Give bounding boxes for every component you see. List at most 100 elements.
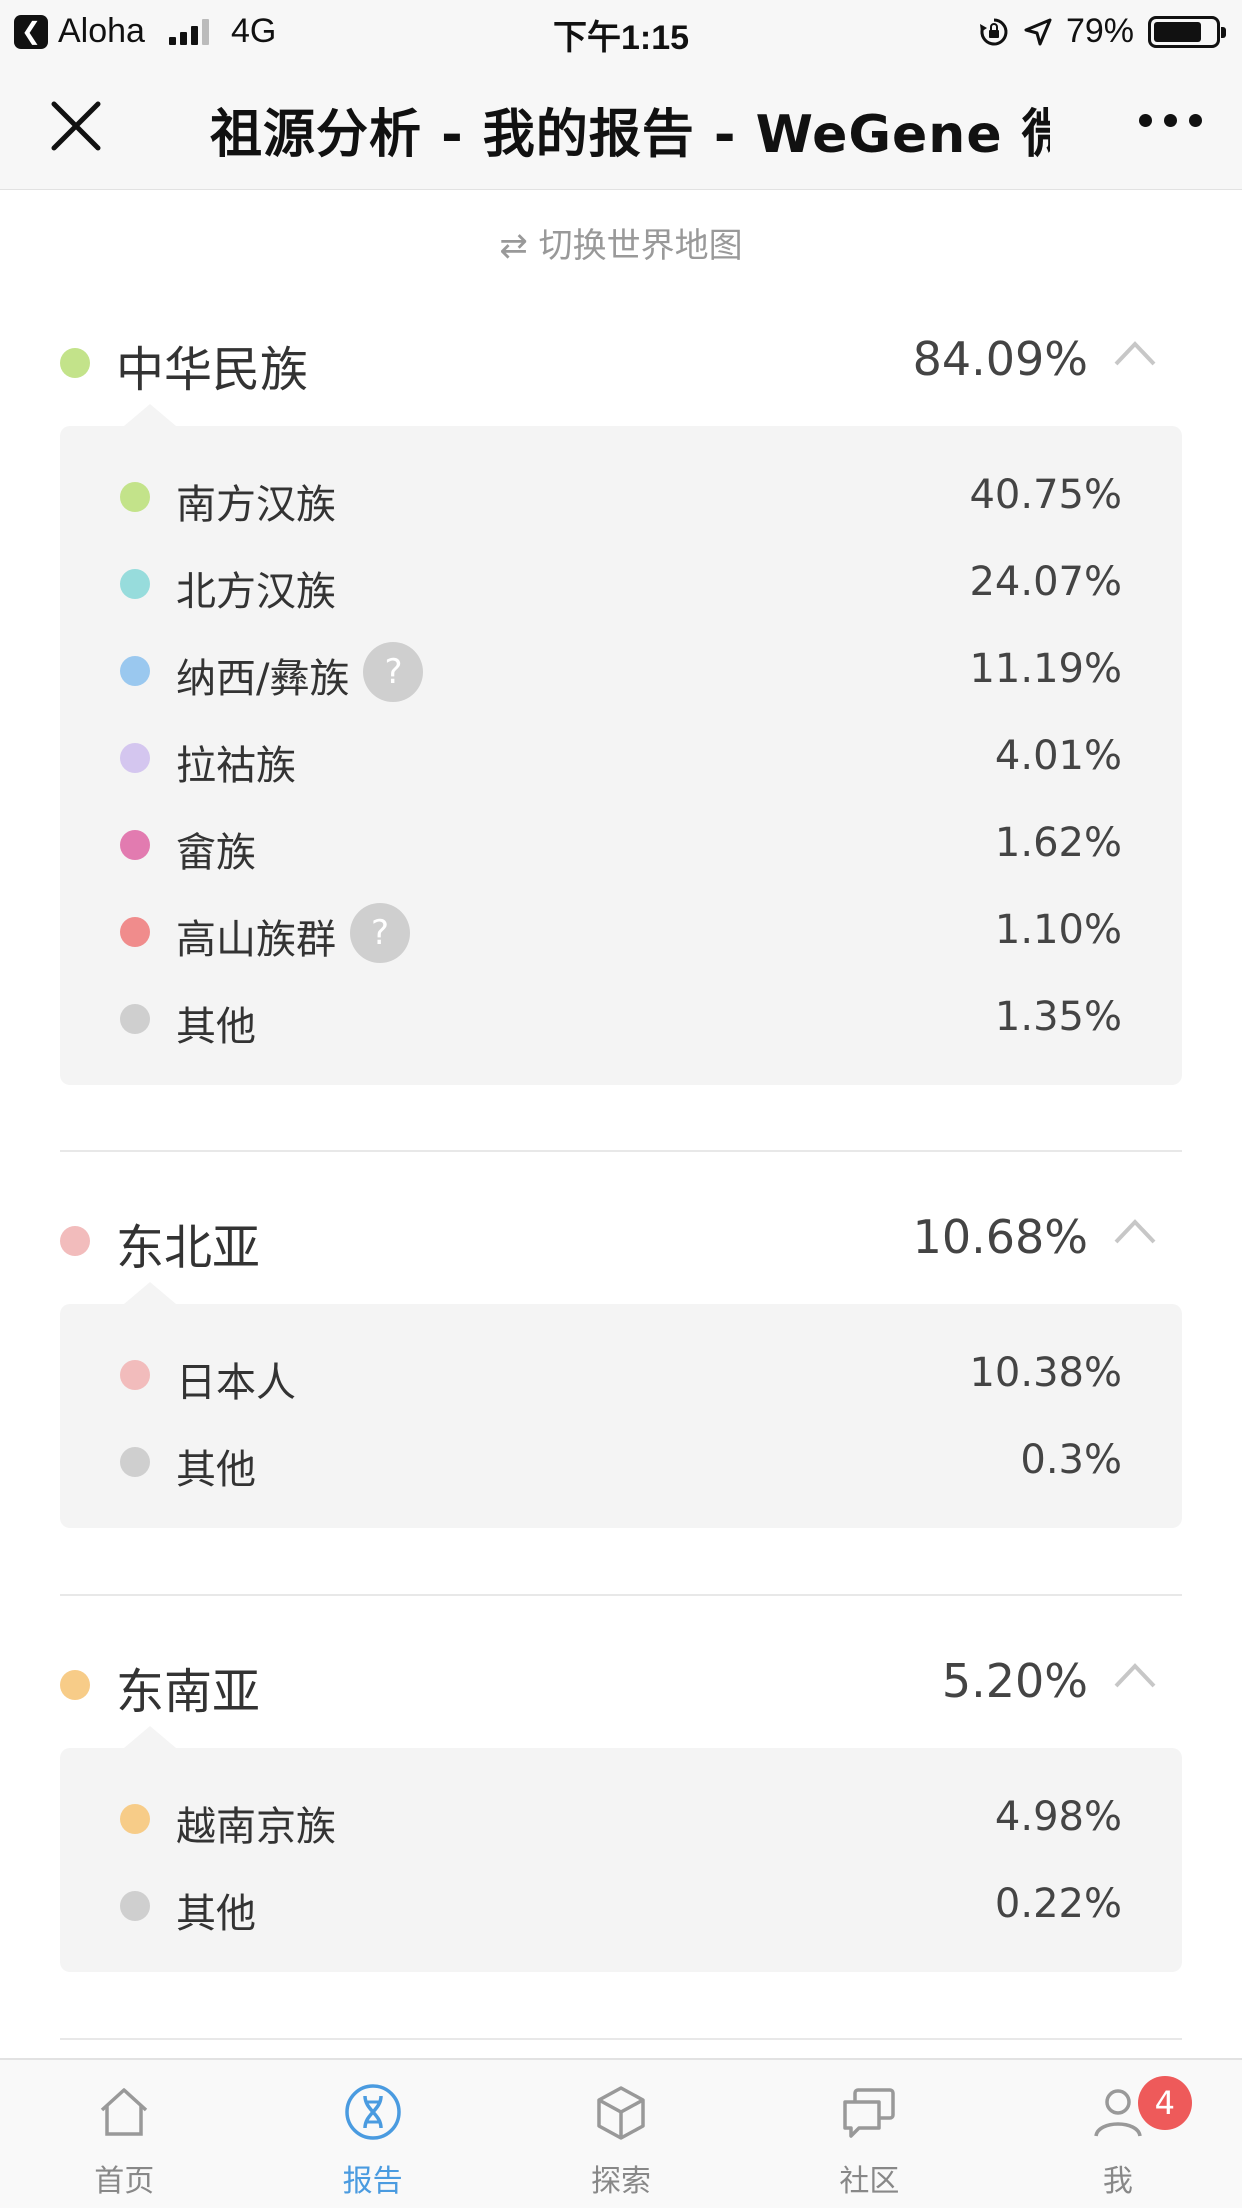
ancestry-row[interactable]: 其他 1.35%: [120, 976, 1122, 1063]
notification-badge: 4: [1137, 2076, 1192, 2130]
row-name: 畲族: [176, 830, 256, 876]
tab-community[interactable]: 社区: [745, 2060, 993, 2208]
row-color-dot: [120, 482, 150, 512]
row-percent: 10.38%: [969, 1350, 1122, 1396]
chevron-up-icon[interactable]: [1112, 338, 1158, 368]
row-percent: 0.3%: [1020, 1437, 1122, 1483]
ancestry-section-southeast-asia: 东南亚 5.20% 越南京族 4.98% 其他 0.22%: [60, 1642, 1182, 1972]
tab-label: 报告: [342, 2164, 403, 2199]
home-icon: [101, 2088, 148, 2136]
panel-spacer: [120, 1506, 1122, 1528]
row-percent: 1.62%: [994, 820, 1122, 866]
section-detail-panel: 日本人 10.38% 其他 0.3%: [60, 1282, 1182, 1528]
ancestry-row[interactable]: 高山族群? 1.10%: [120, 889, 1122, 976]
switch-world-map-link[interactable]: ⇄ 切换世界地图: [0, 218, 1242, 267]
row-percent: 4.98%: [994, 1794, 1122, 1840]
ancestry-section-northeast-asia: 东北亚 10.68% 日本人 10.38% 其他 0.3%: [60, 1198, 1182, 1528]
row-name-container: 南方汉族: [176, 472, 336, 530]
row-color-dot: [120, 1004, 150, 1034]
row-name-container: 北方汉族: [176, 559, 336, 617]
battery-icon: [1148, 15, 1226, 48]
ancestry-row[interactable]: 日本人 10.38%: [120, 1332, 1122, 1419]
row-percent: 24.07%: [969, 559, 1122, 605]
row-name: 其他: [176, 1004, 256, 1050]
section-header[interactable]: 东北亚 10.68%: [60, 1198, 1182, 1278]
row-name-container: 日本人: [176, 1350, 296, 1408]
section-percent: 84.09%: [912, 332, 1088, 386]
ancestry-row[interactable]: 纳西/彝族? 11.19%: [120, 628, 1122, 715]
tab-label: 社区: [839, 2164, 900, 2199]
row-color-dot: [120, 1891, 150, 1921]
row-name: 其他: [176, 1891, 256, 1937]
section-detail-panel: 南方汉族 40.75% 北方汉族 24.07% 纳西/彝族? 11.19% 拉祜族 4.01%…: [60, 404, 1182, 1085]
section-detail-panel: 越南京族 4.98% 其他 0.22%: [60, 1726, 1182, 1972]
section-header[interactable]: 中华民族 84.09%: [60, 320, 1182, 400]
tab-label: 探索: [591, 2164, 652, 2199]
section-divider: [60, 2038, 1182, 2040]
section-header[interactable]: 东南亚 5.20%: [60, 1642, 1182, 1722]
section-color-dot: [60, 348, 90, 378]
panel-spacer: [120, 1063, 1122, 1085]
ancestry-row[interactable]: 畲族 1.62%: [120, 802, 1122, 889]
more-options-icon[interactable]: [1139, 114, 1202, 127]
row-name-container: 其他: [176, 1881, 256, 1939]
row-color-dot: [120, 569, 150, 599]
row-name: 北方汉族: [176, 569, 336, 615]
row-percent: 4.01%: [994, 733, 1122, 779]
tab-report[interactable]: 报告: [248, 2060, 496, 2208]
row-percent: 40.75%: [969, 472, 1122, 518]
row-name-container: 其他: [176, 994, 256, 1052]
row-name: 纳西/彝族: [176, 656, 350, 702]
help-icon[interactable]: ?: [350, 903, 410, 963]
tab-explore[interactable]: 探索: [497, 2060, 745, 2208]
chevron-up-icon[interactable]: [1112, 1660, 1158, 1690]
row-name: 拉祜族: [176, 743, 296, 789]
row-name-container: 畲族: [176, 820, 256, 878]
row-name-container: 其他: [176, 1437, 256, 1495]
row-name: 日本人: [176, 1360, 296, 1406]
row-name-container: 越南京族: [176, 1794, 336, 1852]
tab-label: 首页: [94, 2164, 155, 2199]
row-name: 高山族群: [176, 917, 336, 963]
ancestry-row[interactable]: 拉祜族 4.01%: [120, 715, 1122, 802]
section-percent: 5.20%: [941, 1654, 1088, 1708]
tab-me[interactable]: 我 4: [994, 2060, 1242, 2208]
section-name: 东南亚: [116, 1664, 261, 1720]
battery-percent: 79%: [1065, 12, 1134, 50]
tab-home[interactable]: 首页: [0, 2060, 248, 2208]
tab-bar: 首页 报告 探索 社区 我 4: [0, 2058, 1242, 2208]
row-color-dot: [120, 656, 150, 686]
row-name-container: 纳西/彝族?: [176, 642, 424, 704]
row-color-dot: [120, 743, 150, 773]
cube-icon: [597, 2086, 645, 2140]
section-name: 东北亚: [116, 1220, 261, 1276]
row-color-dot: [120, 917, 150, 947]
row-percent: 11.19%: [969, 646, 1122, 692]
help-icon[interactable]: ?: [363, 642, 424, 702]
page-title: 祖源分析 - 我的报告 - WeGene 微: [210, 105, 1050, 165]
chevron-up-icon[interactable]: [1112, 1216, 1158, 1246]
row-color-dot: [120, 1804, 150, 1834]
section-name: 中华民族: [116, 342, 309, 398]
chat-icon: [843, 2088, 896, 2138]
section-percent: 10.68%: [912, 1210, 1088, 1264]
row-color-dot: [120, 1360, 150, 1390]
dna-icon: [344, 2084, 401, 2140]
ancestry-row[interactable]: 其他 0.22%: [120, 1863, 1122, 1950]
row-percent: 1.35%: [994, 994, 1122, 1040]
ancestry-row[interactable]: 越南京族 4.98%: [120, 1776, 1122, 1863]
row-percent: 0.22%: [994, 1881, 1122, 1927]
row-color-dot: [120, 830, 150, 860]
tab-label: 我: [1102, 2164, 1133, 2199]
status-bar: ❮ Aloha 4G 下午1:15 79%: [0, 0, 1242, 62]
row-name-container: 拉祜族: [176, 733, 296, 791]
ancestry-row[interactable]: 北方汉族 24.07%: [120, 541, 1122, 628]
panel-spacer: [120, 1950, 1122, 1972]
row-percent: 1.10%: [994, 907, 1122, 953]
section-color-dot: [60, 1226, 90, 1256]
rotation-lock-icon: [979, 18, 1008, 45]
close-icon[interactable]: [48, 98, 104, 154]
location-arrow-icon: [1024, 18, 1052, 45]
ancestry-row[interactable]: 南方汉族 40.75%: [120, 454, 1122, 541]
ancestry-row[interactable]: 其他 0.3%: [120, 1419, 1122, 1506]
